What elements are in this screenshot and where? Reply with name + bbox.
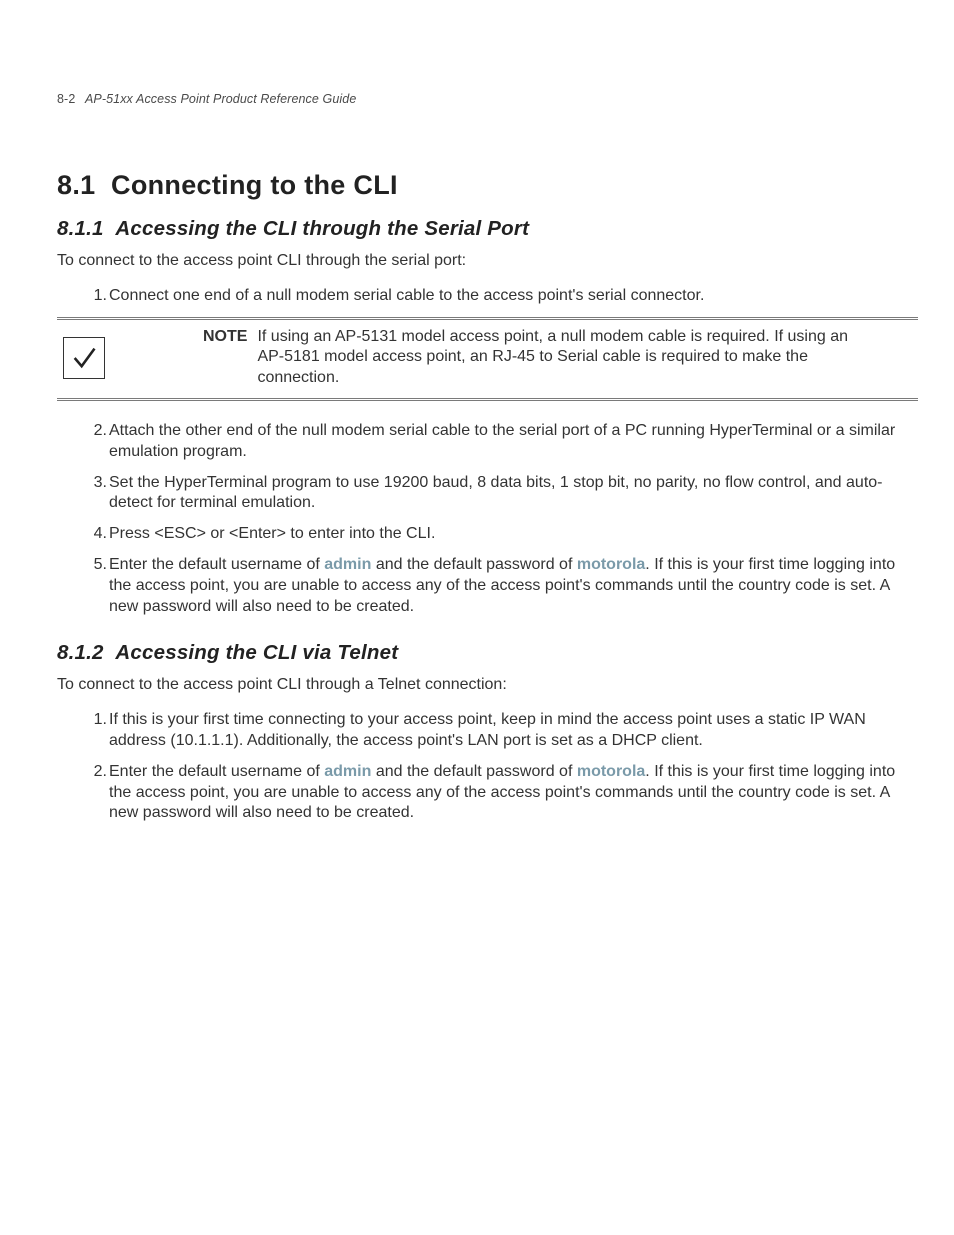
list-item: If this is your first time connecting to…: [109, 710, 918, 752]
subsection2-title: Accessing the CLI via Telnet: [115, 641, 398, 664]
telnet-steps: If this is your first time connecting to…: [57, 710, 918, 824]
check-icon: [63, 337, 105, 379]
subsection2-intro: To connect to the access point CLI throu…: [57, 675, 918, 696]
subsection2-heading: 8.1.2 Accessing the CLI via Telnet: [57, 641, 918, 665]
serial-steps-part1: Connect one end of a null modem serial c…: [57, 286, 918, 307]
note-icon-column: [57, 327, 137, 389]
running-header: 8-2 AP-51xx Access Point Product Referen…: [57, 92, 918, 106]
subsection1-title: Accessing the CLI through the Serial Por…: [115, 217, 529, 240]
step2-pre: Enter the default username of: [109, 763, 324, 780]
document-page: 8-2 AP-51xx Access Point Product Referen…: [0, 0, 954, 1235]
subsection1-intro: To connect to the access point CLI throu…: [57, 251, 918, 272]
note-text-column: NOTE If using an AP-5131 model access po…: [137, 327, 918, 389]
step2-mid: and the default password of: [371, 763, 576, 780]
section-number: 8.1: [57, 170, 95, 200]
note-label: NOTE: [137, 327, 247, 389]
default-password: motorola: [577, 556, 645, 573]
page-number: 8-2: [57, 92, 75, 106]
list-item: Attach the other end of the null modem s…: [109, 421, 918, 463]
checkmark-svg: [70, 344, 98, 372]
serial-steps-part2: Attach the other end of the null modem s…: [57, 421, 918, 617]
subsection-heading: 8.1.1 Accessing the CLI through the Seri…: [57, 217, 918, 241]
step5-mid: and the default password of: [371, 556, 576, 573]
note-block: NOTE If using an AP-5131 model access po…: [57, 317, 918, 401]
subsection1-number: 8.1.1: [57, 217, 104, 240]
default-username: admin: [324, 763, 371, 780]
default-username: admin: [324, 556, 371, 573]
guide-title: AP-51xx Access Point Product Reference G…: [85, 92, 356, 106]
default-password: motorola: [577, 763, 645, 780]
section-title: Connecting to the CLI: [111, 170, 398, 200]
subsection2-number: 8.1.2: [57, 641, 104, 664]
list-item: Enter the default username of admin and …: [109, 555, 918, 617]
list-item: Connect one end of a null modem serial c…: [109, 286, 918, 307]
step5-pre: Enter the default username of: [109, 556, 324, 573]
list-item: Press <ESC> or <Enter> to enter into the…: [109, 524, 918, 545]
list-item: Set the HyperTerminal program to use 192…: [109, 473, 918, 515]
list-item: Enter the default username of admin and …: [109, 762, 918, 824]
note-body: If using an AP-5131 model access point, …: [257, 327, 878, 389]
section-heading: 8.1 Connecting to the CLI: [57, 170, 918, 201]
